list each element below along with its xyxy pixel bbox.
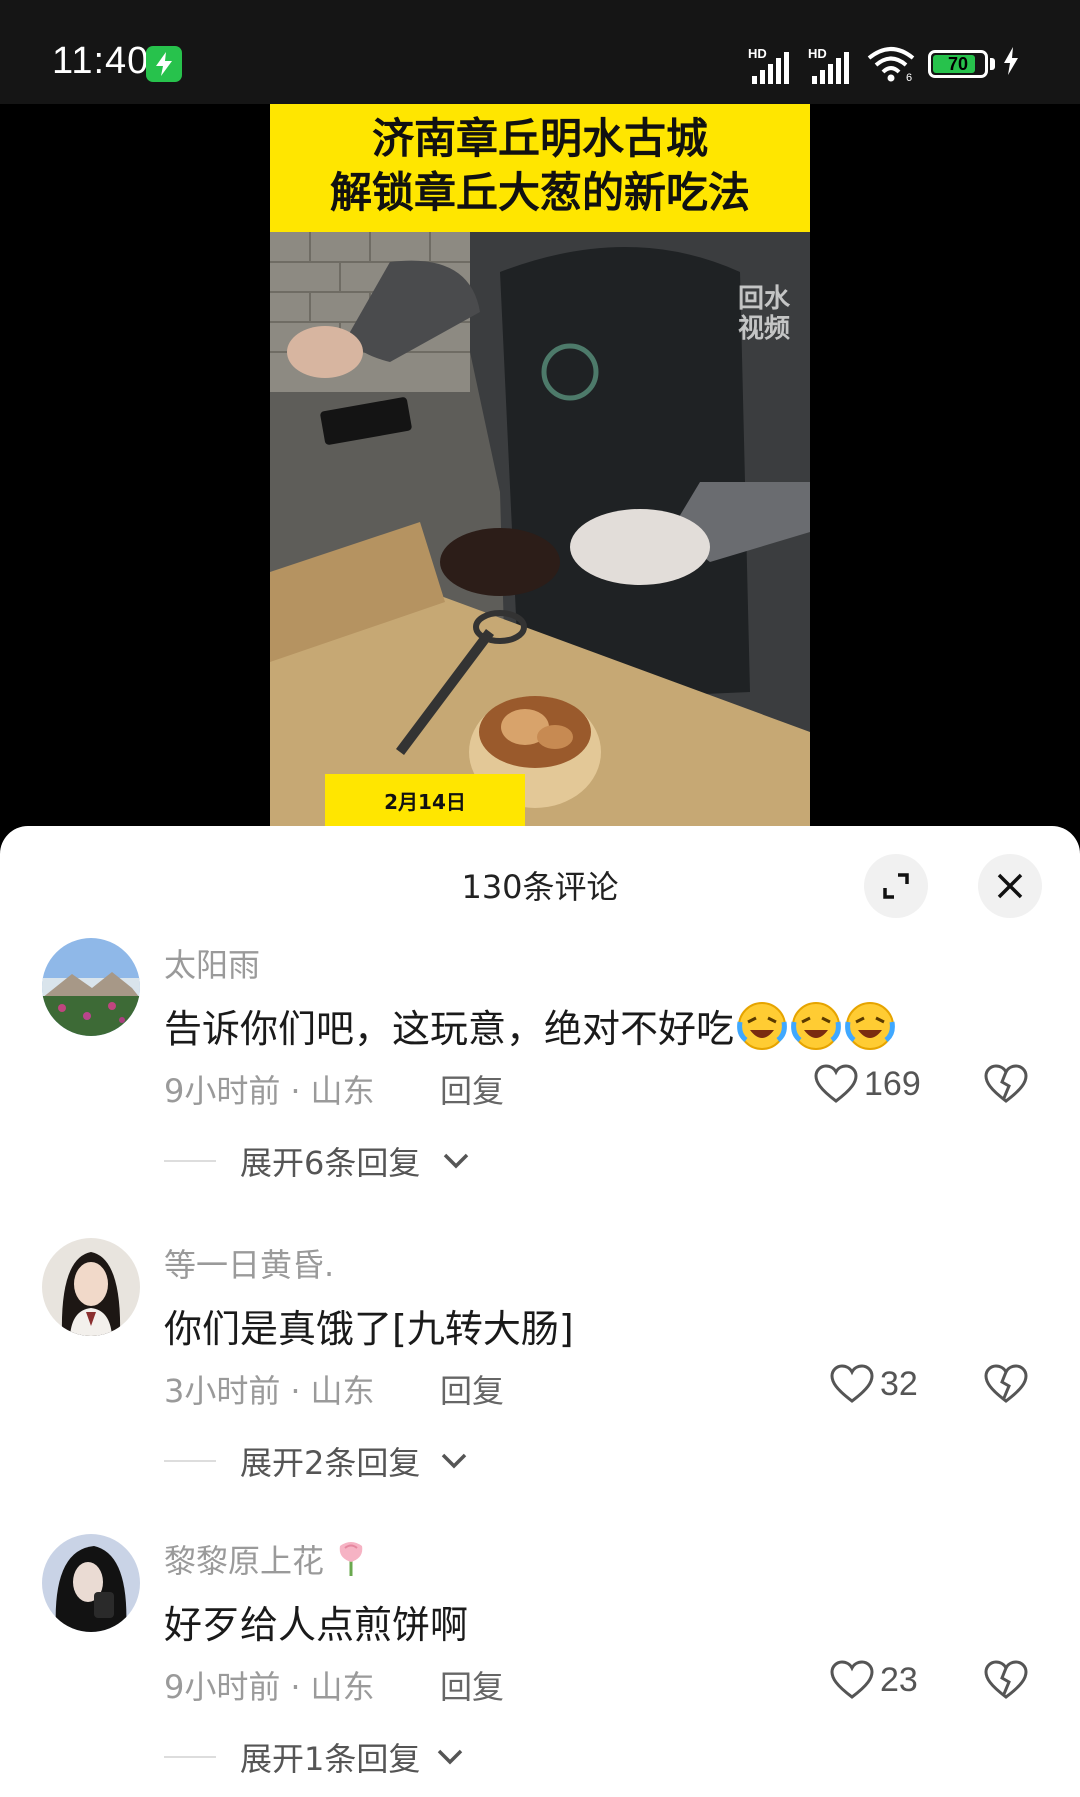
- like-button[interactable]: 169: [814, 1062, 921, 1106]
- comment-item: 太阳雨 告诉你们吧，这玩意，绝对不好吃 9小时前 · 山东 回复 169 展开6条回…: [0, 938, 1080, 1228]
- dislike-button[interactable]: [984, 1660, 1028, 1704]
- watermark-line-2: 视频: [737, 314, 790, 344]
- fullscreen-icon: [883, 873, 909, 899]
- comment-meta: 9小时前 · 山东: [164, 1072, 375, 1110]
- rofl-emoji-icon: [845, 1002, 895, 1050]
- chevron-down-icon: [441, 1453, 467, 1469]
- expand-divider: [164, 1160, 216, 1162]
- battery-icon: 70: [928, 50, 988, 78]
- comment-time: 3小时前: [164, 1372, 281, 1410]
- avatar[interactable]: [42, 1534, 140, 1632]
- banner-line-1: 济南章丘明水古城: [371, 114, 708, 163]
- heart-icon: [830, 1660, 874, 1699]
- like-button[interactable]: 23: [830, 1658, 918, 1702]
- video-player[interactable]: 济南章丘明水古城 解锁章丘大葱的新吃法 回水 视频 2月14日 济南章丘明水古城: [0, 104, 1080, 844]
- reply-button[interactable]: 回复: [440, 1662, 504, 1708]
- username[interactable]: 太阳雨: [164, 940, 260, 986]
- username[interactable]: 黎黎原上花: [164, 1536, 368, 1582]
- broken-heart-icon: [984, 1660, 1028, 1699]
- status-bar: 11:40 HD HD 6 70: [0, 0, 1080, 104]
- banner-line-2: 解锁章丘大葱的新吃法: [329, 168, 750, 217]
- expand-divider: [164, 1756, 216, 1758]
- comment-text: 好歹给人点煎饼啊: [164, 1603, 469, 1647]
- like-count: 23: [880, 1660, 918, 1699]
- video-frame[interactable]: 济南章丘明水古城 解锁章丘大葱的新吃法 回水 视频 2月14日 济南章丘明水古城: [270, 104, 810, 844]
- battery-level: 70: [947, 54, 969, 74]
- comment-location: 山东: [310, 1072, 375, 1110]
- username-text: 黎黎原上花: [164, 1542, 325, 1580]
- username[interactable]: 等一日黄昏.: [164, 1240, 334, 1286]
- dislike-button[interactable]: [984, 1064, 1028, 1108]
- comment-time: 9小时前: [164, 1072, 281, 1110]
- like-count: 32: [880, 1364, 918, 1403]
- expand-replies-button[interactable]: 展开2条回复: [240, 1438, 420, 1484]
- comment-text: 你们是真饿了[九转大肠]: [164, 1307, 574, 1351]
- comment-item: 等一日黄昏. 你们是真饿了[九转大肠] 3小时前 · 山东 回复 32 展开2条回复: [0, 1238, 1080, 1528]
- status-time: 11:40: [52, 40, 150, 82]
- expand-replies-button[interactable]: 展开6条回复: [240, 1138, 420, 1184]
- fullscreen-button[interactable]: [864, 854, 928, 918]
- charging-icon: [146, 46, 182, 82]
- avatar[interactable]: [42, 1238, 140, 1336]
- svg-text:6: 6: [906, 72, 912, 82]
- dislike-button[interactable]: [984, 1364, 1028, 1408]
- broken-heart-icon: [984, 1064, 1028, 1103]
- rofl-emoji-icon: [791, 1002, 841, 1050]
- chevron-down-icon: [443, 1153, 469, 1169]
- comment-text: 告诉你们吧，这玩意，绝对不好吃: [164, 998, 896, 1053]
- like-count: 169: [864, 1064, 921, 1103]
- comment-location: 山东: [310, 1372, 375, 1410]
- reply-button[interactable]: 回复: [440, 1366, 504, 1412]
- expand-divider: [164, 1460, 216, 1462]
- avatar[interactable]: [42, 938, 140, 1036]
- date-tag-date: 2月14日: [384, 790, 466, 814]
- wifi-icon: 6: [866, 46, 916, 86]
- video-watermark: 回水 视频: [738, 284, 790, 344]
- watermark-line-1: 回水: [737, 284, 790, 314]
- comment-time: 9小时前: [164, 1668, 281, 1706]
- comment-text-body: 告诉你们吧，这玩意，绝对不好吃: [164, 1007, 735, 1051]
- rofl-emoji-icon: [737, 1002, 787, 1050]
- flower-emoji-icon: [339, 1542, 363, 1576]
- broken-heart-icon: [984, 1364, 1028, 1403]
- chevron-down-icon: [437, 1749, 463, 1765]
- reply-button[interactable]: 回复: [440, 1066, 504, 1112]
- video-title-banner: 济南章丘明水古城 解锁章丘大葱的新吃法: [270, 104, 810, 232]
- video-scene-image: [270, 232, 810, 844]
- comment-meta: 3小时前 · 山东: [164, 1372, 375, 1410]
- comment-item: 黎黎原上花 好歹给人点煎饼啊 9小时前 · 山东 回复 23 展开1条回复: [0, 1534, 1080, 1797]
- charging-bolt-icon: [1002, 46, 1020, 80]
- close-button[interactable]: [978, 854, 1042, 918]
- heart-icon: [814, 1064, 858, 1103]
- comment-location: 山东: [310, 1668, 375, 1706]
- close-icon: [997, 873, 1023, 899]
- comment-meta: 9小时前 · 山东: [164, 1668, 375, 1706]
- like-button[interactable]: 32: [830, 1362, 918, 1406]
- comments-sheet: 130条评论 太阳雨 告诉你们吧，这玩意，绝对不好吃 9小时前 · 山东 回复 …: [0, 826, 1080, 1797]
- heart-icon: [830, 1364, 874, 1403]
- expand-replies-button[interactable]: 展开1条回复: [240, 1734, 420, 1780]
- battery-cap: [990, 58, 995, 70]
